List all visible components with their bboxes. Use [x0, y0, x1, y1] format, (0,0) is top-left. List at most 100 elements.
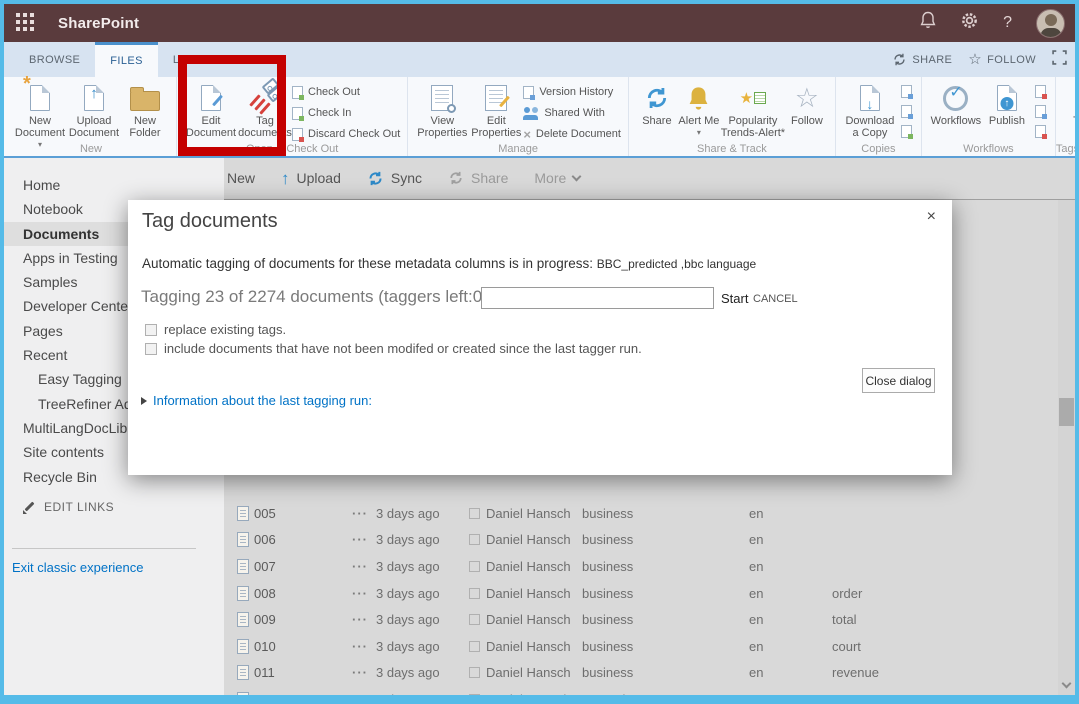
pencil-icon [23, 501, 36, 514]
tags-notes-button[interactable]: Tags & Notes [1063, 79, 1079, 139]
unpublish-icon[interactable] [1035, 85, 1046, 98]
row-checkbox[interactable] [469, 641, 480, 652]
replace-tags-checkbox[interactable] [145, 324, 157, 336]
popularity-trends-button[interactable]: ★ Popularity Trends-Alert* [720, 79, 786, 139]
follow-button[interactable]: ☆ FOLLOW [968, 52, 1036, 67]
more-button[interactable]: More [534, 170, 580, 186]
table-row[interactable]: 020 ··· 3 days ago Daniel Hansch enterta… [224, 686, 1058, 695]
exit-classic-link[interactable]: Exit classic experience [12, 560, 144, 575]
upload-button[interactable]: ↑ Upload [281, 170, 341, 187]
row-menu-icon[interactable]: ··· [352, 532, 376, 547]
download-a-copy-button[interactable]: ↓ Download a Copy [843, 79, 897, 139]
tag-documents-button[interactable]: Tag documents [238, 79, 292, 139]
row-checkbox[interactable] [469, 667, 480, 678]
cancel-button[interactable]: CANCEL [753, 293, 798, 305]
row-menu-icon[interactable]: ··· [352, 665, 376, 680]
app-title: SharePoint [58, 15, 139, 32]
tagger-input[interactable] [481, 287, 714, 309]
row-checkbox[interactable] [469, 614, 480, 625]
tag-documents-dialog: Tag documents × Automatic tagging of doc… [128, 200, 952, 475]
row-checkbox[interactable] [469, 588, 480, 599]
edit-properties-icon [485, 85, 507, 111]
tag-documents-icon [249, 81, 281, 115]
approve-reject-icon[interactable] [1035, 105, 1046, 118]
follow-star-icon: ☆ [795, 85, 819, 112]
row-menu-icon[interactable]: ··· [352, 612, 376, 627]
check-in-button[interactable]: Check In [292, 104, 400, 122]
table-row[interactable]: 008 ··· 3 days ago Daniel Hansch busines… [224, 580, 1058, 607]
share-toolbar-button[interactable]: Share [448, 170, 508, 186]
dialog-close-icon[interactable]: × [927, 208, 936, 226]
table-row[interactable]: 009 ··· 3 days ago Daniel Hansch busines… [224, 606, 1058, 633]
row-menu-icon[interactable]: ··· [352, 586, 376, 601]
row-menu-icon[interactable]: ··· [352, 692, 376, 695]
tab-library[interactable]: LIBRARY [158, 42, 238, 77]
start-button[interactable]: Start [721, 291, 748, 306]
send-copy-icon[interactable] [901, 125, 912, 138]
table-row[interactable]: 005 ··· 3 days ago Daniel Hansch busines… [224, 500, 1058, 527]
last-tagging-run-link[interactable]: Information about the last tagging run: [141, 393, 372, 408]
discard-check-out-icon [292, 128, 303, 141]
close-dialog-button[interactable]: Close dialog [862, 368, 935, 393]
sync-button[interactable]: Sync [367, 170, 422, 187]
version-history-button[interactable]: Version History [523, 83, 621, 101]
include-unmodified-checkbox[interactable] [145, 343, 157, 355]
scroll-down-icon[interactable] [1062, 679, 1072, 689]
cancel-approval-icon[interactable] [1035, 125, 1046, 138]
folder-icon [130, 91, 160, 111]
popularity-trends-icon: ★ [740, 81, 766, 115]
edit-properties-button[interactable]: Edit Properties [469, 79, 523, 139]
scrollbar-thumb[interactable] [1059, 398, 1074, 426]
table-row[interactable]: 006 ··· 3 days ago Daniel Hansch busines… [224, 527, 1058, 554]
discard-check-out-button[interactable]: Discard Check Out [292, 125, 400, 143]
focus-mode-icon[interactable] [1052, 50, 1067, 70]
check-out-button[interactable]: Check Out [292, 83, 400, 101]
row-menu-icon[interactable]: ··· [352, 639, 376, 654]
table-row[interactable]: 011 ··· 3 days ago Daniel Hansch busines… [224, 660, 1058, 687]
row-menu-icon[interactable]: ··· [352, 559, 376, 574]
shared-with-icon [523, 107, 539, 119]
sidebar-item-home[interactable]: Home [4, 173, 224, 197]
copy-icon[interactable] [901, 85, 912, 98]
sharepoint-window: SharePoint ? BROWSE FILES LIBRARY SHARE … [0, 0, 1079, 704]
workflows-button[interactable]: ✓ Workflows [929, 79, 983, 127]
tab-files[interactable]: FILES [95, 42, 158, 77]
tagging-status: Tagging 23 of 2274 documents (taggers le… [141, 287, 488, 307]
user-avatar[interactable] [1036, 9, 1065, 38]
alert-me-button[interactable]: Alert Me▾ [678, 79, 720, 139]
edit-links-button[interactable]: EDIT LINKS [23, 500, 114, 514]
document-icon [237, 586, 249, 601]
ribbon-group-workflows: ✓ Workflows ↑ Publish Workflows [922, 77, 1056, 156]
app-launcher-icon[interactable] [16, 13, 36, 33]
publish-button[interactable]: ↑ Publish [983, 79, 1031, 127]
table-row[interactable]: 007 ··· 3 days ago Daniel Hansch busines… [224, 553, 1058, 580]
vertical-scrollbar[interactable] [1058, 200, 1075, 695]
new-folder-button[interactable]: New Folder [121, 79, 169, 139]
share-ribbon-button[interactable]: Share [636, 79, 678, 127]
follow-ribbon-button[interactable]: ☆ Follow [786, 79, 828, 127]
row-checkbox[interactable] [469, 694, 480, 695]
help-icon[interactable]: ? [1003, 14, 1012, 32]
document-icon [237, 532, 249, 547]
delete-document-button[interactable]: ×Delete Document [523, 125, 621, 143]
row-checkbox[interactable] [469, 534, 480, 545]
row-checkbox[interactable] [469, 561, 480, 572]
row-menu-icon[interactable]: ··· [352, 506, 376, 521]
ribbon-group-copies: ↓ Download a Copy Copies [836, 77, 922, 156]
shared-with-button[interactable]: Shared With [523, 104, 621, 122]
row-checkbox[interactable] [469, 508, 480, 519]
notifications-bell-icon[interactable] [920, 11, 936, 35]
settings-gear-icon[interactable] [960, 11, 979, 35]
new-button[interactable]: + New [224, 169, 255, 187]
tab-browse[interactable]: BROWSE [14, 42, 95, 77]
share-button[interactable]: SHARE [892, 52, 952, 67]
edit-document-icon [201, 85, 221, 111]
copy-variant-icon[interactable] [901, 105, 912, 118]
document-icon [237, 559, 249, 574]
new-document-button[interactable]: * New Document▾ [13, 79, 67, 151]
edit-document-button[interactable]: Edit Document [184, 79, 238, 139]
document-icon [237, 506, 249, 521]
view-properties-button[interactable]: View Properties [415, 79, 469, 139]
upload-document-button[interactable]: ↑ Upload Document [67, 79, 121, 139]
table-row[interactable]: 010 ··· 3 days ago Daniel Hansch busines… [224, 633, 1058, 660]
